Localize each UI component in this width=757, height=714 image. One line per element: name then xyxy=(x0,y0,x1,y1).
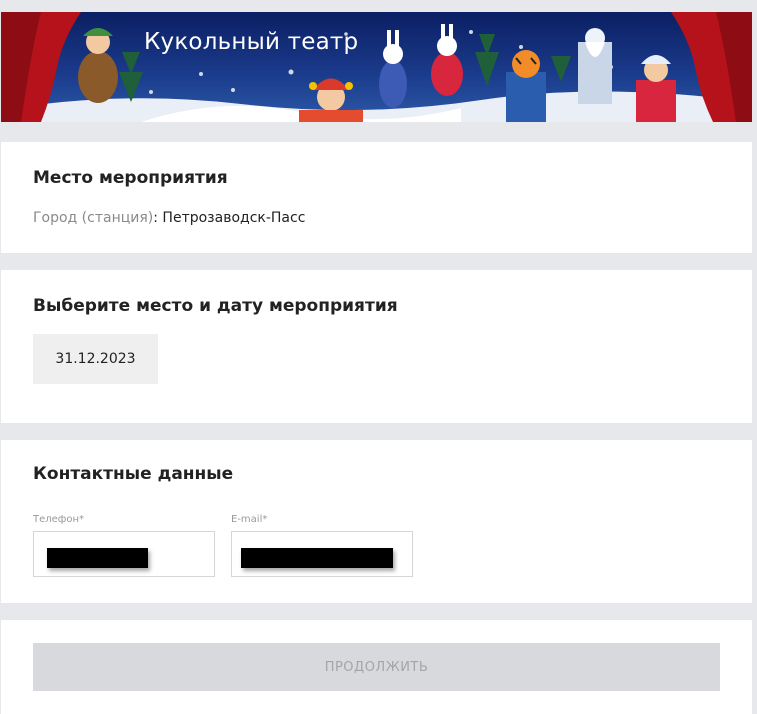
venue-card: Место мероприятия Город (станция): Петро… xyxy=(1,142,752,253)
email-label: E-mail* xyxy=(231,514,268,525)
venue-city-line: Город (станция): Петрозаводск-Пасс xyxy=(33,210,305,226)
phone-field[interactable] xyxy=(33,531,215,577)
event-banner: Кукольный театр xyxy=(1,12,752,122)
venue-heading: Место мероприятия xyxy=(33,168,228,188)
date-selection-card: Выберите место и дату мероприятия 31.12.… xyxy=(1,270,752,423)
date-option-button[interactable]: 31.12.2023 xyxy=(33,334,158,384)
banner-title: Кукольный театр xyxy=(144,29,359,55)
city-label: Город (станция) xyxy=(33,210,154,226)
city-separator: : xyxy=(153,210,158,226)
continue-button[interactable]: ПРОДОЛЖИТЬ xyxy=(33,643,720,691)
contacts-card: Контактные данные Телефон* E-mail* xyxy=(1,440,752,603)
date-heading: Выберите место и дату мероприятия xyxy=(33,296,398,316)
phone-label: Телефон* xyxy=(33,514,85,525)
city-value: Петрозаводск-Пасс xyxy=(162,210,306,226)
banner-illustration xyxy=(1,12,752,122)
phone-redaction xyxy=(47,548,148,568)
footer-card: ПРОДОЛЖИТЬ xyxy=(1,620,752,714)
email-field[interactable] xyxy=(231,531,413,577)
contacts-heading: Контактные данные xyxy=(33,464,234,484)
email-redaction xyxy=(241,548,393,568)
